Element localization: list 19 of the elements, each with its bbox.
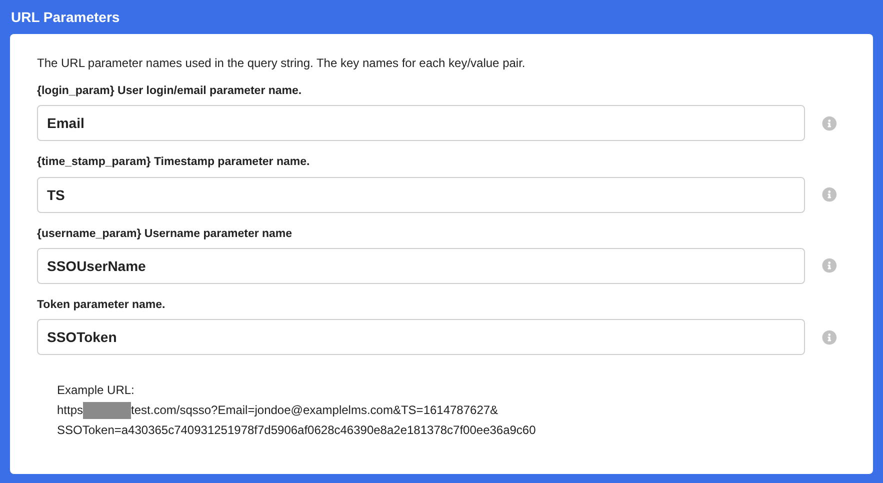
info-icon[interactable] (822, 187, 837, 202)
field-label: {time_stamp_param} Timestamp parameter name. (37, 155, 311, 170)
field-label: {username_param} Username parameter name (37, 226, 294, 242)
url-text: SSOToken=a430365c740931251978f7d5906af0628c46390e8a2e181378c7f00ee36a9c60 (57, 422, 537, 439)
input-field[interactable]: TS (37, 176, 806, 212)
url-text: https (57, 402, 84, 419)
input-field[interactable]: SSOUserName (37, 248, 806, 284)
example-label: Example URL: (57, 382, 136, 399)
panel-title: URL Parameters (11, 8, 120, 26)
info-icon[interactable] (822, 330, 837, 344)
field-label: {login_param} User login/email parameter name. (37, 84, 303, 99)
description-text: The URL parameter names used in the query string. The key names for each key/value pair. (37, 55, 526, 72)
field-label: Token parameter name. (37, 298, 166, 313)
input-field[interactable]: Email (37, 105, 806, 142)
url-text: test.com/sqsso?Email=jondoe@examplelms.com&TS=1614787627& (131, 402, 498, 419)
redaction-bar (83, 402, 132, 418)
info-icon[interactable] (822, 116, 837, 131)
info-icon[interactable] (822, 258, 837, 274)
input-field[interactable]: SSOToken (37, 319, 806, 355)
